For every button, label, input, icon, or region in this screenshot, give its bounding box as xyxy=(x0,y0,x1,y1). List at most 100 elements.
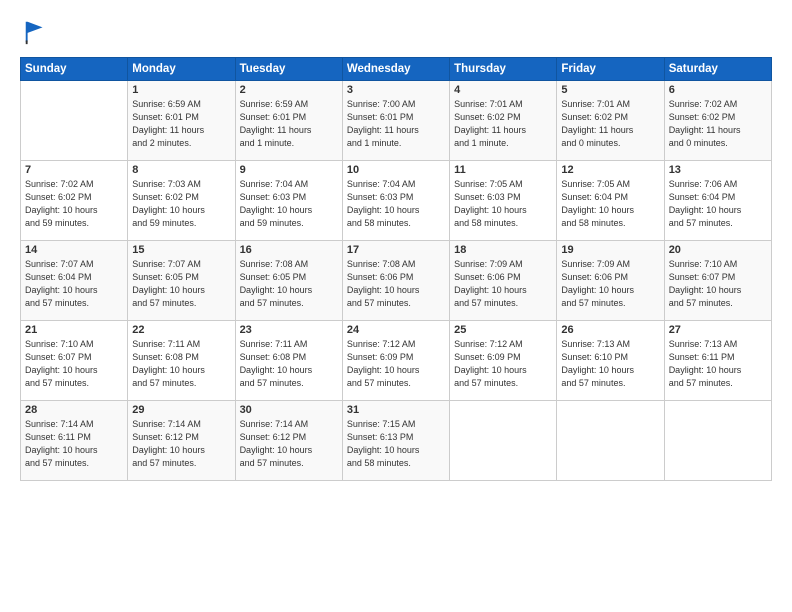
day-number: 27 xyxy=(669,324,767,336)
day-info: Sunrise: 7:13 AM Sunset: 6:11 PM Dayligh… xyxy=(669,338,767,390)
day-info: Sunrise: 7:15 AM Sunset: 6:13 PM Dayligh… xyxy=(347,418,445,470)
calendar-week-row: 21 Sunrise: 7:10 AM Sunset: 6:07 PM Dayli… xyxy=(21,320,772,400)
day-number: 20 xyxy=(669,244,767,256)
logo-flag-icon xyxy=(22,18,50,46)
day-number: 21 xyxy=(25,324,123,336)
calendar-cell: 8Sunrise: 7:03 AM Sunset: 6:02 PM Daylig… xyxy=(128,160,235,240)
day-info: Sunrise: 7:14 AM Sunset: 6:12 PM Dayligh… xyxy=(240,418,338,470)
day-number: 18 xyxy=(454,244,552,256)
day-number: 17 xyxy=(347,244,445,256)
day-number: 10 xyxy=(347,164,445,176)
calendar-cell: 18 Sunrise: 7:09 AM Sunset: 6:06 PM Dayli… xyxy=(450,240,557,320)
day-info: Sunrise: 7:10 AM Sunset: 6:07 PM Dayligh… xyxy=(25,338,123,390)
day-number: 2 xyxy=(240,84,338,96)
calendar-cell: 9 Sunrise: 7:04 AM Sunset: 6:03 PM Daylig… xyxy=(235,160,342,240)
day-info: Sunrise: 7:08 AM Sunset: 6:06 PM Dayligh… xyxy=(347,258,445,310)
calendar-cell: 12Sunrise: 7:05 AM Sunset: 6:04 PM Dayli… xyxy=(557,160,664,240)
calendar-cell: 28 Sunrise: 7:14 AM Sunset: 6:11 PM Dayli… xyxy=(21,400,128,480)
day-number: 25 xyxy=(454,324,552,336)
calendar-cell: 19 Sunrise: 7:09 AM Sunset: 6:06 PM Dayli… xyxy=(557,240,664,320)
calendar-week-row: 28 Sunrise: 7:14 AM Sunset: 6:11 PM Dayli… xyxy=(21,400,772,480)
day-header-friday: Friday xyxy=(557,57,664,80)
calendar-page: SundayMondayTuesdayWednesdayThursdayFrid… xyxy=(0,0,792,612)
day-info: Sunrise: 7:02 AM Sunset: 6:02 PM Dayligh… xyxy=(669,98,767,150)
day-number: 1 xyxy=(132,84,230,96)
day-header-sunday: Sunday xyxy=(21,57,128,80)
calendar-cell: 13 Sunrise: 7:06 AM Sunset: 6:04 PM Dayli… xyxy=(664,160,771,240)
day-number: 13 xyxy=(669,164,767,176)
logo-text xyxy=(20,18,50,51)
calendar-cell: 15Sunrise: 7:07 AM Sunset: 6:05 PM Dayli… xyxy=(128,240,235,320)
calendar-cell: 22 Sunrise: 7:11 AM Sunset: 6:08 PM Dayli… xyxy=(128,320,235,400)
day-info: Sunrise: 7:02 AM Sunset: 6:02 PM Dayligh… xyxy=(25,178,123,230)
calendar-cell: 1Sunrise: 6:59 AM Sunset: 6:01 PM Daylig… xyxy=(128,80,235,160)
day-info: Sunrise: 7:01 AM Sunset: 6:02 PM Dayligh… xyxy=(561,98,659,150)
day-info: Sunrise: 6:59 AM Sunset: 6:01 PM Dayligh… xyxy=(240,98,338,150)
day-number: 7 xyxy=(25,164,123,176)
calendar-cell: 29 Sunrise: 7:14 AM Sunset: 6:12 PM Dayli… xyxy=(128,400,235,480)
day-info: Sunrise: 7:14 AM Sunset: 6:11 PM Dayligh… xyxy=(25,418,123,470)
calendar-cell xyxy=(557,400,664,480)
day-number: 14 xyxy=(25,244,123,256)
day-number: 5 xyxy=(561,84,659,96)
calendar-header-row: SundayMondayTuesdayWednesdayThursdayFrid… xyxy=(21,57,772,80)
day-info: Sunrise: 7:04 AM Sunset: 6:03 PM Dayligh… xyxy=(347,178,445,230)
calendar-table: SundayMondayTuesdayWednesdayThursdayFrid… xyxy=(20,57,772,481)
calendar-cell: 17 Sunrise: 7:08 AM Sunset: 6:06 PM Dayli… xyxy=(342,240,449,320)
day-info: Sunrise: 7:12 AM Sunset: 6:09 PM Dayligh… xyxy=(347,338,445,390)
calendar-cell: 21 Sunrise: 7:10 AM Sunset: 6:07 PM Dayli… xyxy=(21,320,128,400)
calendar-cell: 11 Sunrise: 7:05 AM Sunset: 6:03 PM Dayli… xyxy=(450,160,557,240)
calendar-cell: 2 Sunrise: 6:59 AM Sunset: 6:01 PM Daylig… xyxy=(235,80,342,160)
day-info: Sunrise: 7:01 AM Sunset: 6:02 PM Dayligh… xyxy=(454,98,552,150)
day-number: 31 xyxy=(347,404,445,416)
day-info: Sunrise: 7:06 AM Sunset: 6:04 PM Dayligh… xyxy=(669,178,767,230)
day-info: Sunrise: 7:04 AM Sunset: 6:03 PM Dayligh… xyxy=(240,178,338,230)
calendar-cell: 24 Sunrise: 7:12 AM Sunset: 6:09 PM Dayli… xyxy=(342,320,449,400)
calendar-cell: 14 Sunrise: 7:07 AM Sunset: 6:04 PM Dayli… xyxy=(21,240,128,320)
day-number: 8 xyxy=(132,164,230,176)
day-number: 29 xyxy=(132,404,230,416)
day-info: Sunrise: 7:09 AM Sunset: 6:06 PM Dayligh… xyxy=(454,258,552,310)
day-header-thursday: Thursday xyxy=(450,57,557,80)
calendar-cell: 25 Sunrise: 7:12 AM Sunset: 6:09 PM Dayli… xyxy=(450,320,557,400)
calendar-cell: 5 Sunrise: 7:01 AM Sunset: 6:02 PM Daylig… xyxy=(557,80,664,160)
day-number: 23 xyxy=(240,324,338,336)
day-number: 9 xyxy=(240,164,338,176)
calendar-cell: 10 Sunrise: 7:04 AM Sunset: 6:03 PM Dayli… xyxy=(342,160,449,240)
day-number: 22 xyxy=(132,324,230,336)
day-number: 12 xyxy=(561,164,659,176)
calendar-cell: 3Sunrise: 7:00 AM Sunset: 6:01 PM Daylig… xyxy=(342,80,449,160)
calendar-cell: 31 Sunrise: 7:15 AM Sunset: 6:13 PM Dayli… xyxy=(342,400,449,480)
day-number: 15 xyxy=(132,244,230,256)
calendar-cell: 23 Sunrise: 7:11 AM Sunset: 6:08 PM Dayli… xyxy=(235,320,342,400)
day-info: Sunrise: 7:11 AM Sunset: 6:08 PM Dayligh… xyxy=(240,338,338,390)
day-header-tuesday: Tuesday xyxy=(235,57,342,80)
day-info: Sunrise: 7:08 AM Sunset: 6:05 PM Dayligh… xyxy=(240,258,338,310)
day-number: 19 xyxy=(561,244,659,256)
day-number: 28 xyxy=(25,404,123,416)
logo xyxy=(20,18,50,47)
day-number: 11 xyxy=(454,164,552,176)
day-info: Sunrise: 7:12 AM Sunset: 6:09 PM Dayligh… xyxy=(454,338,552,390)
day-info: Sunrise: 7:10 AM Sunset: 6:07 PM Dayligh… xyxy=(669,258,767,310)
day-number: 24 xyxy=(347,324,445,336)
calendar-cell: 6 Sunrise: 7:02 AM Sunset: 6:02 PM Daylig… xyxy=(664,80,771,160)
day-number: 6 xyxy=(669,84,767,96)
calendar-cell: 27 Sunrise: 7:13 AM Sunset: 6:11 PM Dayli… xyxy=(664,320,771,400)
calendar-cell: 7 Sunrise: 7:02 AM Sunset: 6:02 PM Daylig… xyxy=(21,160,128,240)
calendar-week-row: 14 Sunrise: 7:07 AM Sunset: 6:04 PM Dayli… xyxy=(21,240,772,320)
day-info: Sunrise: 7:09 AM Sunset: 6:06 PM Dayligh… xyxy=(561,258,659,310)
day-number: 16 xyxy=(240,244,338,256)
calendar-cell: 20 Sunrise: 7:10 AM Sunset: 6:07 PM Dayli… xyxy=(664,240,771,320)
day-info: Sunrise: 7:05 AM Sunset: 6:03 PM Dayligh… xyxy=(454,178,552,230)
day-info: Sunrise: 7:00 AM Sunset: 6:01 PM Dayligh… xyxy=(347,98,445,150)
calendar-cell xyxy=(21,80,128,160)
day-header-saturday: Saturday xyxy=(664,57,771,80)
calendar-cell: 30Sunrise: 7:14 AM Sunset: 6:12 PM Dayli… xyxy=(235,400,342,480)
header xyxy=(20,18,772,47)
day-info: Sunrise: 7:14 AM Sunset: 6:12 PM Dayligh… xyxy=(132,418,230,470)
day-info: Sunrise: 7:11 AM Sunset: 6:08 PM Dayligh… xyxy=(132,338,230,390)
calendar-cell xyxy=(450,400,557,480)
day-info: Sunrise: 7:07 AM Sunset: 6:04 PM Dayligh… xyxy=(25,258,123,310)
calendar-week-row: 7 Sunrise: 7:02 AM Sunset: 6:02 PM Daylig… xyxy=(21,160,772,240)
